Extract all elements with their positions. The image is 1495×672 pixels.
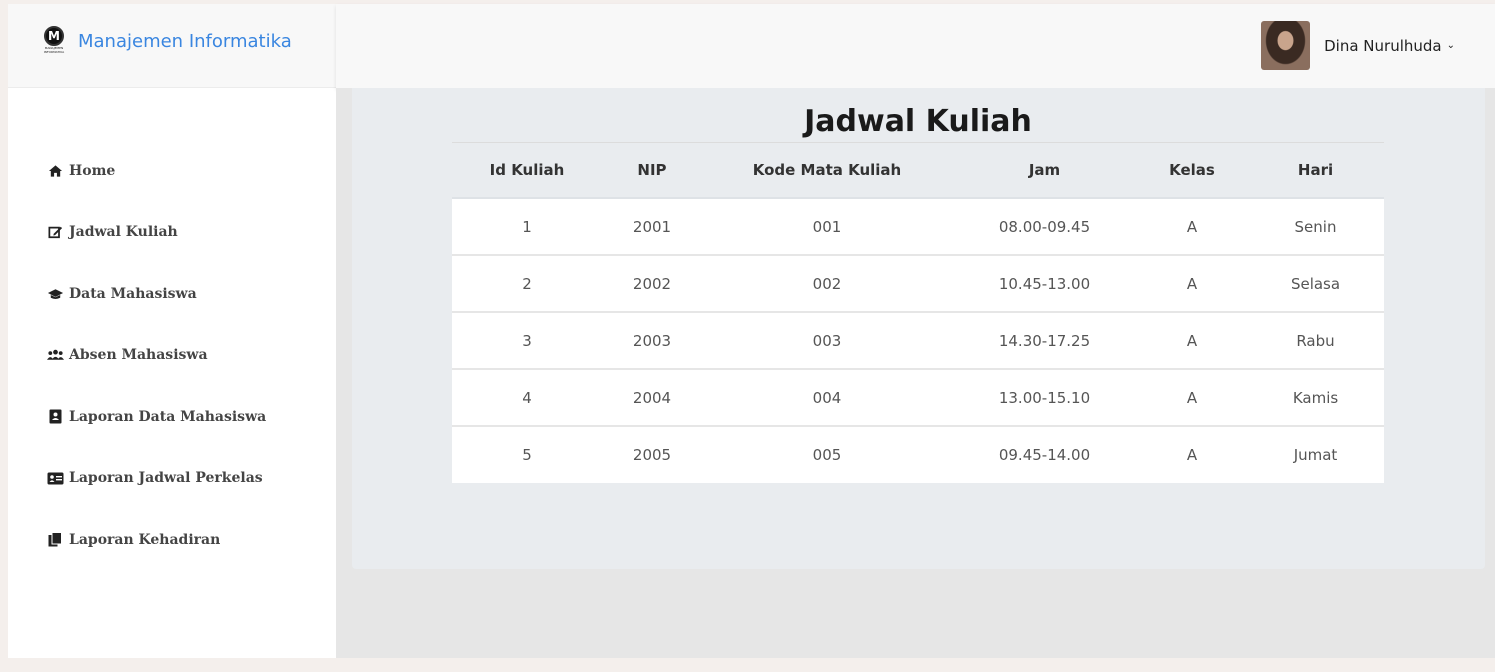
sidebar-item-label: Absen Mahasiswa — [69, 347, 208, 364]
cell-id-kuliah: 4 — [452, 368, 602, 426]
table-header-row: Id Kuliah NIP Kode Mata Kuliah Jam Kelas… — [452, 143, 1384, 199]
sidebar-item-label: Laporan Jadwal Perkelas — [69, 470, 263, 487]
cell-hari: Selasa — [1247, 254, 1384, 312]
cell-id-kuliah: 5 — [452, 425, 602, 483]
brand-title[interactable]: Manajemen Informatika — [78, 31, 292, 52]
cell-nip: 2003 — [602, 311, 702, 369]
cell-nip: 2001 — [602, 197, 702, 255]
graduation-cap-icon — [46, 288, 64, 300]
id-card-icon — [46, 472, 64, 485]
username[interactable]: Dina Nurulhuda — [1324, 37, 1441, 55]
logo-text-2: INFORMATIKA — [43, 49, 65, 54]
cell-kelas: A — [1137, 425, 1247, 483]
table-row: 5 2005 005 09.45-14.00 A Jumat — [452, 425, 1384, 483]
sidebar-item-laporan-data-mahasiswa[interactable]: Laporan Data Mahasiswa — [46, 386, 336, 448]
cell-nip: 2004 — [602, 368, 702, 426]
sidebar-item-label: Jadwal Kuliah — [69, 224, 178, 241]
chevron-down-icon[interactable]: ⌄ — [1447, 40, 1455, 51]
cell-hari: Rabu — [1247, 311, 1384, 369]
column-header-id-kuliah: Id Kuliah — [452, 143, 602, 199]
table-row: 2 2002 002 10.45-13.00 A Selasa — [452, 254, 1384, 312]
brand-logo: M MANAJEMEN INFORMATIKA — [34, 25, 74, 66]
home-icon — [46, 164, 64, 178]
sidebar-item-label: Laporan Kehadiran — [69, 531, 221, 548]
column-header-hari: Hari — [1247, 143, 1384, 199]
sidebar-item-label: Home — [69, 162, 116, 179]
cell-kelas: A — [1137, 197, 1247, 255]
sidebar-item-laporan-kehadiran[interactable]: Laporan Kehadiran — [46, 509, 336, 571]
cell-kode-mata-kuliah: 005 — [702, 425, 952, 483]
cell-jam: 08.00-09.45 — [952, 197, 1137, 255]
sidebar-item-home[interactable]: Home — [46, 140, 336, 202]
sidebar-menu: Home Jadwal Kuliah Data Mahasiswa Absen … — [8, 88, 336, 571]
edit-icon — [46, 225, 64, 239]
cell-nip: 2005 — [602, 425, 702, 483]
cell-kode-mata-kuliah: 001 — [702, 197, 952, 255]
sidebar: M MANAJEMEN INFORMATIKA Manajemen Inform… — [8, 4, 336, 658]
cell-kelas: A — [1137, 368, 1247, 426]
column-header-jam: Jam — [952, 143, 1137, 199]
address-book-icon — [46, 409, 64, 424]
cell-id-kuliah: 3 — [452, 311, 602, 369]
sidebar-item-laporan-jadwal-perkelas[interactable]: Laporan Jadwal Perkelas — [46, 448, 336, 510]
cell-kode-mata-kuliah: 003 — [702, 311, 952, 369]
cell-jam: 13.00-15.10 — [952, 368, 1137, 426]
sidebar-item-label: Laporan Data Mahasiswa — [69, 408, 267, 425]
cell-hari: Senin — [1247, 197, 1384, 255]
logo-mark: M — [44, 25, 64, 46]
cell-kelas: A — [1137, 311, 1247, 369]
cell-hari: Kamis — [1247, 368, 1384, 426]
sidebar-item-label: Data Mahasiswa — [69, 285, 197, 302]
cell-jam: 09.45-14.00 — [952, 425, 1137, 483]
user-menu[interactable]: Dina Nurulhuda ⌄ — [1261, 21, 1455, 70]
column-header-kelas: Kelas — [1137, 143, 1247, 199]
cell-id-kuliah: 1 — [452, 197, 602, 255]
cell-nip: 2002 — [602, 254, 702, 312]
cell-jam: 14.30-17.25 — [952, 311, 1137, 369]
column-header-kode-mata-kuliah: Kode Mata Kuliah — [702, 143, 952, 199]
table-row: 4 2004 004 13.00-15.10 A Kamis — [452, 368, 1384, 426]
brand[interactable]: M MANAJEMEN INFORMATIKA Manajemen Inform… — [8, 4, 336, 88]
cell-kode-mata-kuliah: 002 — [702, 254, 952, 312]
cell-jam: 10.45-13.00 — [952, 254, 1137, 312]
cell-hari: Jumat — [1247, 425, 1384, 483]
sidebar-item-jadwal-kuliah[interactable]: Jadwal Kuliah — [46, 202, 336, 264]
schedule-table: Id Kuliah NIP Kode Mata Kuliah Jam Kelas… — [452, 143, 1384, 483]
copy-icon — [46, 532, 64, 547]
sidebar-item-absen-mahasiswa[interactable]: Absen Mahasiswa — [46, 325, 336, 387]
avatar[interactable] — [1261, 21, 1311, 70]
cell-kode-mata-kuliah: 004 — [702, 368, 952, 426]
top-header: Dina Nurulhuda ⌄ — [336, 4, 1495, 88]
table-row: 3 2003 003 14.30-17.25 A Rabu — [452, 311, 1384, 369]
users-icon — [46, 349, 64, 361]
table-row: 1 2001 001 08.00-09.45 A Senin — [452, 197, 1384, 255]
column-header-nip: NIP — [602, 143, 702, 199]
page-title: Jadwal Kuliah — [804, 104, 1032, 139]
sidebar-item-data-mahasiswa[interactable]: Data Mahasiswa — [46, 263, 336, 325]
cell-kelas: A — [1137, 254, 1247, 312]
cell-id-kuliah: 2 — [452, 254, 602, 312]
